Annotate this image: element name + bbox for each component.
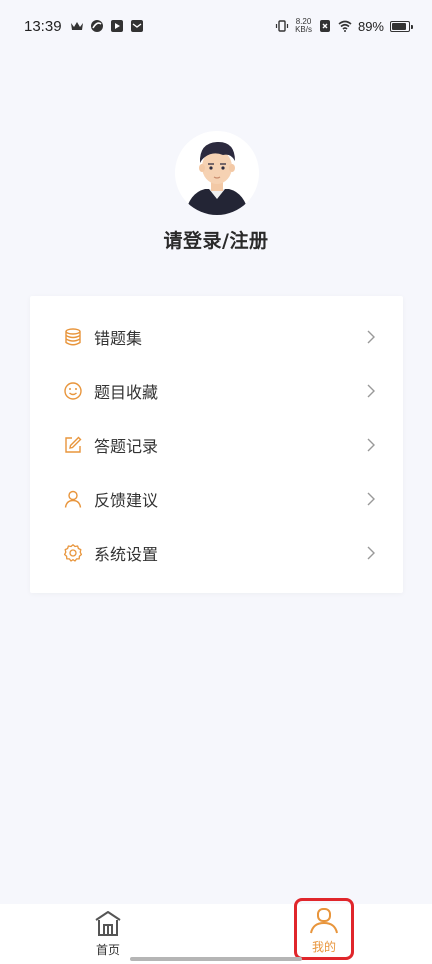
nav-label-home: 首页 xyxy=(95,943,120,957)
status-bar: 13:39 8.20 KB/s 89% xyxy=(0,0,432,52)
chevron-right-icon xyxy=(367,330,375,344)
avatar-illustration xyxy=(175,131,259,215)
home-icon xyxy=(95,911,121,936)
menu-item-feedback[interactable]: 反馈建议 xyxy=(30,472,403,526)
chevron-right-icon xyxy=(367,384,375,398)
nav-tab-mine[interactable]: 我的 xyxy=(294,898,354,960)
menu-label: 系统设置 xyxy=(94,545,159,564)
menu-item-answer-history[interactable]: 答题记录 xyxy=(30,418,403,472)
menu-label: 错题集 xyxy=(94,329,143,348)
menu-label: 答题记录 xyxy=(94,437,159,456)
smile-icon xyxy=(62,380,84,402)
chevron-right-icon xyxy=(367,492,375,506)
chevron-right-icon xyxy=(367,438,375,452)
login-register-link[interactable]: 请登录/注册 xyxy=(0,226,432,253)
app-mail-icon xyxy=(130,20,143,32)
menu-item-settings[interactable]: 系统设置 xyxy=(30,526,403,580)
status-right: 8.20 KB/s 89% xyxy=(275,18,413,34)
app-play-icon xyxy=(110,20,123,32)
battery-percent: 89% xyxy=(357,18,384,34)
vibrate-icon xyxy=(275,20,289,32)
user-icon xyxy=(62,488,84,510)
home-indicator[interactable] xyxy=(130,957,302,961)
avatar[interactable] xyxy=(175,131,259,215)
wifi-icon xyxy=(338,20,352,32)
menu-item-favorites[interactable]: 题目收藏 xyxy=(30,364,403,418)
app-swirl-icon xyxy=(90,20,103,32)
menu-label: 题目收藏 xyxy=(94,383,159,402)
battery-fill xyxy=(392,22,407,30)
nav-tab-home[interactable]: 首页 xyxy=(78,910,138,960)
menu-item-wrong-questions[interactable]: 错题集 xyxy=(30,310,403,364)
person-icon xyxy=(310,908,338,934)
status-left: 13:39 xyxy=(24,18,144,35)
gear-icon xyxy=(62,542,84,564)
crown-icon xyxy=(70,22,83,30)
bottom-nav: 首页 我的 xyxy=(0,898,432,964)
no-sim-icon xyxy=(319,20,330,32)
nav-label-mine: 我的 xyxy=(311,940,336,954)
chevron-right-icon xyxy=(367,546,375,560)
edit-icon xyxy=(62,434,84,456)
battery-icon xyxy=(390,20,413,32)
status-time: 13:39 xyxy=(24,17,62,35)
menu-label: 反馈建议 xyxy=(94,491,159,510)
menu-card: 错题集 题目收藏 答题记录 反馈建议 系统设置 xyxy=(30,296,403,593)
net-speed: 8.20 KB/s xyxy=(295,18,312,34)
database-icon xyxy=(62,326,84,348)
net-speed-unit: KB/s xyxy=(295,25,312,34)
